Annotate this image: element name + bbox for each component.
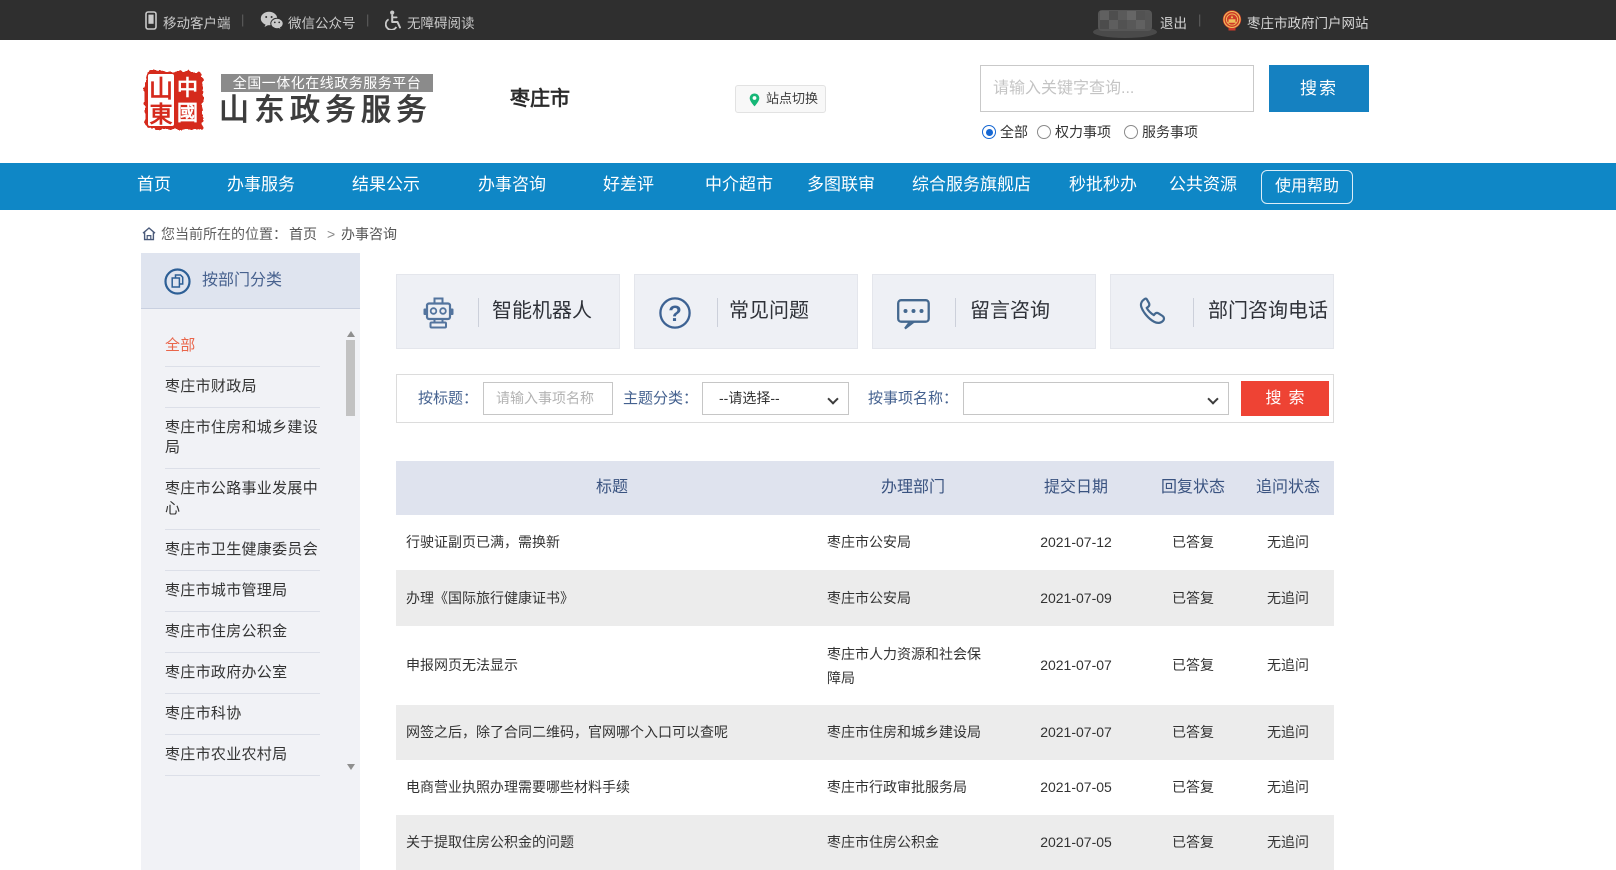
svg-text:東: 東 — [150, 102, 173, 127]
svg-text:?: ? — [668, 301, 681, 326]
svg-text:中: 中 — [177, 76, 198, 100]
svg-text:國: 國 — [177, 101, 198, 125]
svg-text:山: 山 — [149, 76, 173, 103]
